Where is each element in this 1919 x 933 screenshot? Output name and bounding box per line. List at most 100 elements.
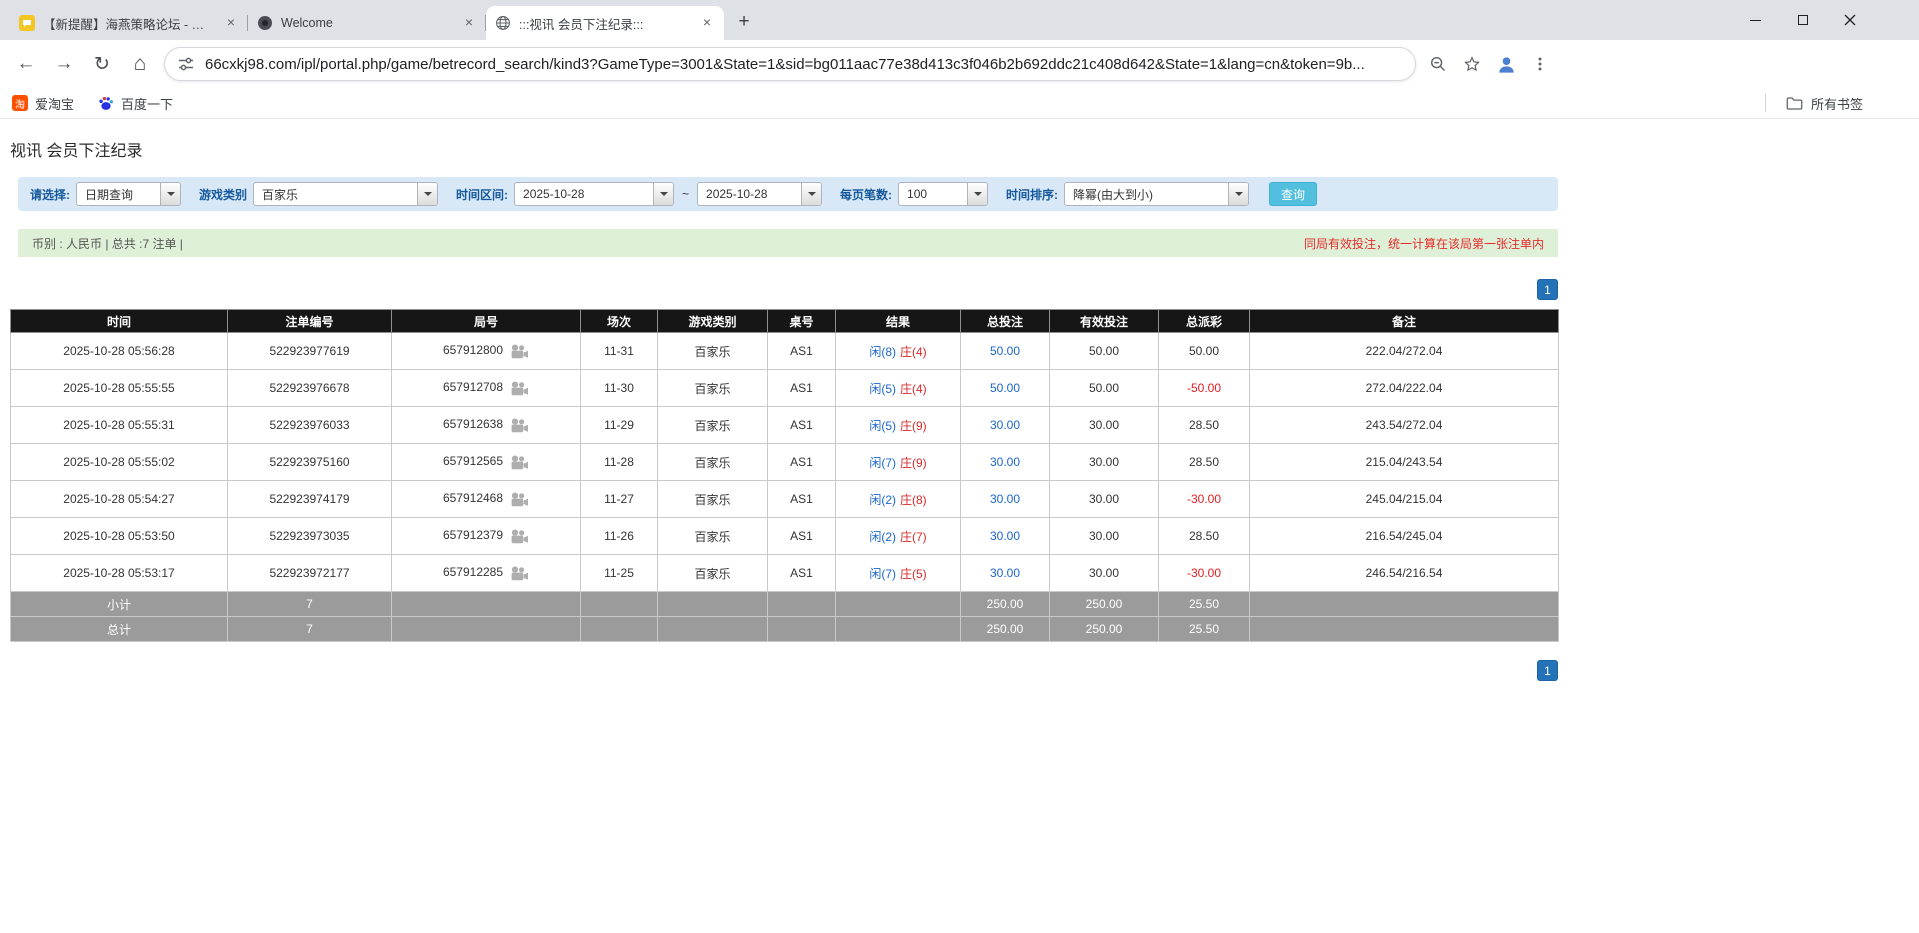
cell-bet-id: 522923975160 — [228, 444, 392, 481]
bookmark-taobao[interactable]: 淘 爱淘宝 — [12, 94, 74, 113]
chevron-down-icon[interactable] — [801, 183, 821, 205]
close-button[interactable] — [1826, 0, 1873, 40]
bookmarks-divider — [1765, 94, 1766, 112]
cell-game-type: 百家乐 — [658, 481, 768, 518]
filter-label-select: 请选择: — [30, 186, 70, 203]
video-camera-icon[interactable] — [510, 492, 529, 507]
page-button-1[interactable]: 1 — [1537, 279, 1558, 300]
cell-session: 11-25 — [581, 555, 658, 592]
maximize-button[interactable] — [1779, 0, 1826, 40]
minimize-icon — [1750, 20, 1761, 21]
video-camera-icon[interactable] — [510, 381, 529, 396]
cell-bet-id: 522923973035 — [228, 518, 392, 555]
site-info-icon[interactable] — [178, 56, 194, 72]
browser-tab-forum[interactable]: 【新提醒】海燕策略论坛 - 综合 × — [10, 6, 248, 40]
forward-button[interactable]: → — [46, 46, 82, 82]
bookmarks-bar: 淘 爱淘宝 百度一下 所有书签 — [0, 88, 1919, 119]
per-page-combo[interactable]: 100 — [898, 182, 988, 206]
cell-game-type: 百家乐 — [658, 555, 768, 592]
bookmark-label: 爱淘宝 — [35, 94, 74, 113]
home-button[interactable]: ⌂ — [122, 46, 158, 82]
date-to-combo[interactable]: 2025-10-28 — [697, 182, 822, 206]
total-row: 总计 7 250.00 250.00 25.50 — [11, 617, 1559, 642]
table-row: 2025-10-28 05:55:31 522923976033 6579126… — [11, 407, 1559, 444]
chevron-down-icon[interactable] — [967, 183, 987, 205]
round-number: 657912468 — [443, 491, 503, 505]
page-content: 视讯 会员下注纪录 请选择: 日期查询 游戏类别 百家乐 时间区间: 2025-… — [10, 137, 1558, 681]
chevron-down-icon[interactable] — [1228, 183, 1248, 205]
result-banker: 庄(4) — [900, 382, 927, 396]
chevron-down-icon[interactable] — [417, 183, 437, 205]
date-from-combo[interactable]: 2025-10-28 — [514, 182, 674, 206]
cell-payout: -30.00 — [1159, 481, 1250, 518]
cell-game-type: 百家乐 — [658, 407, 768, 444]
menu-icon[interactable] — [1524, 48, 1556, 80]
tab-close-icon[interactable]: × — [461, 15, 477, 31]
sort-combo[interactable]: 降幂(由大到小) — [1064, 182, 1249, 206]
bookmark-star-icon[interactable] — [1456, 48, 1488, 80]
video-camera-icon[interactable] — [510, 529, 529, 544]
video-camera-icon[interactable] — [510, 455, 529, 470]
new-tab-button[interactable]: + — [730, 8, 758, 36]
welcome-favicon-icon — [257, 15, 273, 31]
total-bet-link[interactable]: 50.00 — [990, 344, 1020, 358]
cell-table-no: AS1 — [768, 555, 836, 592]
cell-valid-bet: 50.00 — [1050, 333, 1159, 370]
profile-icon[interactable] — [1490, 48, 1522, 80]
tab-close-icon[interactable]: × — [223, 15, 239, 31]
query-type-value: 日期查询 — [77, 186, 160, 203]
subtotal-valid-bet: 250.00 — [1050, 592, 1159, 617]
cell-bet-id: 522923976678 — [228, 370, 392, 407]
subtotal-total-bet: 250.00 — [961, 592, 1050, 617]
browser-tab-betrecord[interactable]: :::视讯 会员下注纪录::: × — [486, 6, 724, 40]
cell-time: 2025-10-28 05:56:28 — [11, 333, 228, 370]
column-header-total-bet: 总投注 — [961, 310, 1050, 333]
address-bar[interactable]: 66cxkj98.com/ipl/portal.php/game/betreco… — [164, 47, 1416, 81]
total-bet-link[interactable]: 30.00 — [990, 418, 1020, 432]
game-type-combo[interactable]: 百家乐 — [253, 182, 438, 206]
cell-payout: 50.00 — [1159, 333, 1250, 370]
reload-button[interactable]: ↻ — [84, 46, 120, 82]
search-button[interactable]: 查询 — [1269, 182, 1317, 206]
browser-tab-welcome[interactable]: Welcome × — [248, 6, 486, 40]
cell-session: 11-28 — [581, 444, 658, 481]
result-banker: 庄(5) — [900, 567, 927, 581]
video-camera-icon[interactable] — [510, 344, 529, 359]
result-player: 闲(7) — [869, 456, 896, 470]
chevron-down-icon[interactable] — [653, 183, 673, 205]
cell-table-no: AS1 — [768, 481, 836, 518]
cell-valid-bet: 30.00 — [1050, 518, 1159, 555]
total-bet-link[interactable]: 50.00 — [990, 381, 1020, 395]
query-type-combo[interactable]: 日期查询 — [76, 182, 181, 206]
bet-table-body: 2025-10-28 05:56:28 522923977619 6579128… — [11, 333, 1559, 592]
table-row: 2025-10-28 05:54:27 522923974179 6579124… — [11, 481, 1559, 518]
tab-title: 【新提醒】海燕策略论坛 - 综合 — [43, 14, 215, 33]
total-bet-link[interactable]: 30.00 — [990, 566, 1020, 580]
round-number: 657912638 — [443, 417, 503, 431]
minimize-button[interactable] — [1732, 0, 1779, 40]
pagination-bottom: 1 — [10, 660, 1558, 681]
result-player: 闲(5) — [869, 419, 896, 433]
date-from-value: 2025-10-28 — [515, 187, 653, 201]
table-row: 2025-10-28 05:55:55 522923976678 6579127… — [11, 370, 1559, 407]
all-bookmarks-button[interactable]: 所有书签 — [1811, 94, 1863, 113]
cell-remark: 246.54/216.54 — [1250, 555, 1559, 592]
back-button[interactable]: ← — [8, 46, 44, 82]
total-bet-link[interactable]: 30.00 — [990, 529, 1020, 543]
total-bet-link[interactable]: 30.00 — [990, 492, 1020, 506]
chevron-down-icon[interactable] — [160, 183, 180, 205]
cell-round: 657912468 — [392, 481, 581, 518]
bookmark-baidu[interactable]: 百度一下 — [98, 94, 173, 113]
cell-total-bet: 50.00 — [961, 333, 1050, 370]
per-page-value: 100 — [899, 187, 967, 201]
close-icon — [1844, 14, 1856, 26]
page-button-1[interactable]: 1 — [1537, 660, 1558, 681]
video-camera-icon[interactable] — [510, 566, 529, 581]
result-banker: 庄(8) — [900, 493, 927, 507]
tab-close-icon[interactable]: × — [699, 15, 715, 31]
filter-label-per-page: 每页笔数: — [840, 186, 892, 203]
video-camera-icon[interactable] — [510, 418, 529, 433]
total-bet-link[interactable]: 30.00 — [990, 455, 1020, 469]
cell-bet-id: 522923972177 — [228, 555, 392, 592]
zoom-icon[interactable] — [1422, 48, 1454, 80]
